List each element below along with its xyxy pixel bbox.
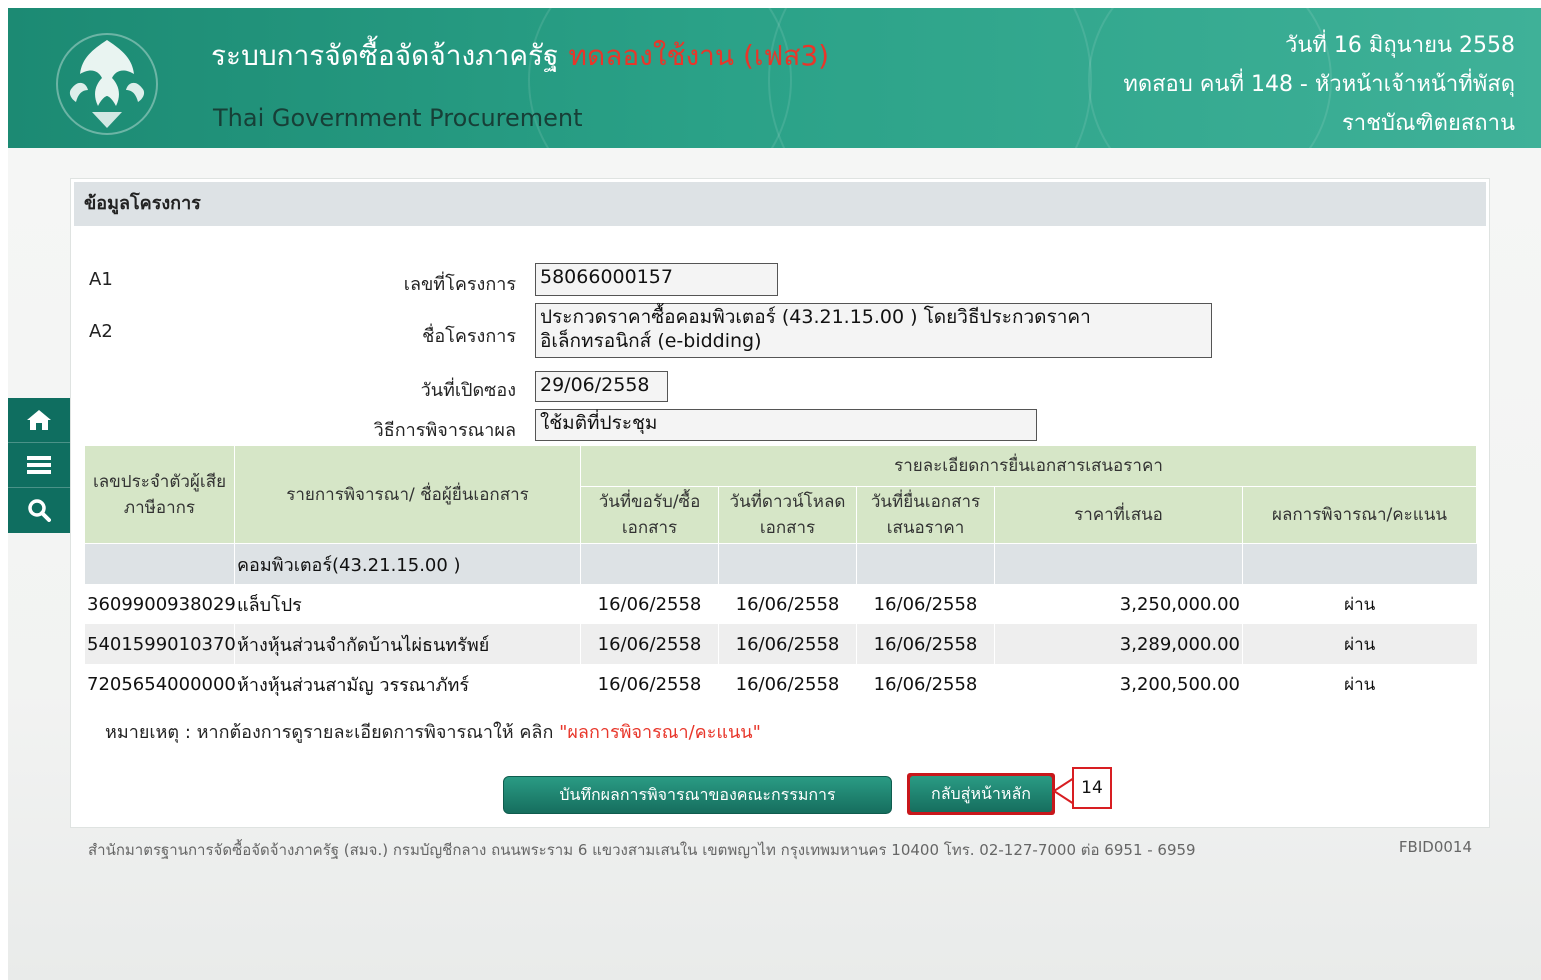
back-button-label: กลับสู่หน้าหลัก <box>910 776 1052 812</box>
project-no-label: เลขที่โครงการ <box>403 274 516 295</box>
tax-id-cell: 7205654000000 <box>84 664 236 704</box>
submit-date-cell: 16/06/2558 <box>856 584 995 624</box>
project-name-line2: อิเล็กทรอนิกส์ (e-bidding) <box>540 330 762 352</box>
project-name-line1: ประกวดราคาซื้อคอมพิวเตอร์ (43.21.15.00 )… <box>540 306 1091 328</box>
header-result: ผลการพิจารณา/คะแนน <box>1242 486 1477 544</box>
note-result-link[interactable]: "ผลการพิจารณา/คะแนน" <box>559 722 761 743</box>
callout-number: 14 <box>1072 767 1112 809</box>
download-date-cell: 16/06/2558 <box>718 584 857 624</box>
request-date-cell: 16/06/2558 <box>580 584 719 624</box>
header-item: รายการพิจารณา/ ชื่อผู้ยื่นเอกสาร <box>234 445 581 544</box>
header-detail-group: รายละเอียดการยื่นเอกสารเสนอราคา <box>580 445 1477 487</box>
group-empty-cell <box>856 543 995 584</box>
table-row: 3609900938029 แล็บโปร 16/06/2558 16/06/2… <box>84 584 1477 624</box>
decor-swirl <box>768 8 1092 148</box>
project-info-card: ข้อมูลโครงการ A1 A2 เลขที่โครงการ 580660… <box>70 178 1490 828</box>
tax-id-cell: 5401599010370 <box>84 624 236 664</box>
result-link[interactable]: ผ่าน <box>1242 584 1477 624</box>
group-label: คอมพิวเตอร์(43.21.15.00 ) <box>234 543 581 584</box>
submit-date-cell: 16/06/2558 <box>856 664 995 704</box>
bidder-results-table: เลขประจำตัวผู้เสียภาษีอากร รายการพิจารณา… <box>84 445 1477 704</box>
save-committee-result-button[interactable]: บันทึกผลการพิจารณาของคณะกรรมการ <box>503 776 892 814</box>
submit-date-cell: 16/06/2558 <box>856 624 995 664</box>
header-download-date: วันที่ดาวน์โหลด เอกสาร <box>718 486 857 544</box>
current-date: วันที่ 16 มิถุนายน 2558 <box>1284 33 1515 58</box>
user-name: ทดสอบ คนที่ 148 - หัวหน้าเจ้าหน้าที่พัสด… <box>1123 72 1515 97</box>
header-price: ราคาที่เสนอ <box>994 486 1243 544</box>
item-group-row: คอมพิวเตอร์(43.21.15.00 ) <box>84 543 1477 584</box>
agency-name: ราชบัณฑิตยสถาน <box>1341 111 1515 136</box>
home-button[interactable] <box>8 398 70 443</box>
menu-icon <box>27 456 51 474</box>
price-cell: 3,200,500.00 <box>994 664 1243 704</box>
group-empty-cell <box>1242 543 1477 584</box>
price-cell: 3,289,000.00 <box>994 624 1243 664</box>
system-title: ระบบการจัดซื้อจัดจ้างภาครัฐ ทดลองใช้งาน (… <box>211 34 829 78</box>
header-submit-date: วันที่ยื่นเอกสาร เสนอราคา <box>856 486 995 544</box>
result-link[interactable]: ผ่าน <box>1242 624 1477 664</box>
bidder-name-cell: แล็บโปร <box>234 584 581 624</box>
code-a2: A2 <box>89 321 113 342</box>
user-info: วันที่ 16 มิถุนายน 2558 ทดสอบ คนที่ 148 … <box>1123 26 1515 143</box>
note-text: หมายเหตุ : หากต้องการดูรายละเอียดการพิจา… <box>105 722 554 743</box>
system-subtitle: Thai Government Procurement <box>213 104 583 132</box>
page-code: FBID0014 <box>1398 838 1472 856</box>
method-field[interactable]: ใช้มติที่ประชุม <box>535 409 1037 441</box>
tax-id-cell: 3609900938029 <box>84 584 236 624</box>
group-empty-cell <box>718 543 857 584</box>
download-date-cell: 16/06/2558 <box>718 624 857 664</box>
group-empty-cell <box>84 543 235 584</box>
request-date-cell: 16/06/2558 <box>580 624 719 664</box>
footer-text: สำนักมาตรฐานการจัดซื้อจัดจ้างภาครัฐ (สมจ… <box>88 841 1196 859</box>
bidder-name-cell: ห้างหุ้นส่วนจำกัดบ้านไผ่ธนทรัพย์ <box>234 624 581 664</box>
section-title: ข้อมูลโครงการ <box>74 182 1486 226</box>
table-row: 5401599010370 ห้างหุ้นส่วนจำกัดบ้านไผ่ธน… <box>84 624 1477 664</box>
open-date-field[interactable]: 29/06/2558 <box>535 371 668 402</box>
test-phase-label: ทดลองใช้งาน (เฟส3) <box>568 39 830 72</box>
search-icon <box>28 499 51 522</box>
department-logo <box>52 28 162 140</box>
side-toolbar <box>8 398 70 533</box>
result-link[interactable]: ผ่าน <box>1242 664 1477 704</box>
bidder-name-cell: ห้างหุ้นส่วนสามัญ วรรณาภัทร์ <box>234 664 581 704</box>
home-icon <box>27 410 51 430</box>
method-label: วิธีการพิจารณาผล <box>373 420 516 441</box>
open-date-label: วันที่เปิดซอง <box>420 380 516 401</box>
table-row: 7205654000000 ห้างหุ้นส่วนสามัญ วรรณาภัท… <box>84 664 1477 704</box>
project-name-field[interactable]: ประกวดราคาซื้อคอมพิวเตอร์ (43.21.15.00 )… <box>535 303 1212 358</box>
header-tax-id: เลขประจำตัวผู้เสียภาษีอากร <box>84 445 235 544</box>
group-empty-cell <box>580 543 719 584</box>
header-banner: ระบบการจัดซื้อจัดจ้างภาครัฐ ทดลองใช้งาน (… <box>8 8 1541 148</box>
note: หมายเหตุ : หากต้องการดูรายละเอียดการพิจา… <box>105 717 761 746</box>
project-no-field[interactable]: 58066000157 <box>535 263 778 296</box>
group-empty-cell <box>994 543 1243 584</box>
code-a1: A1 <box>89 269 113 290</box>
request-date-cell: 16/06/2558 <box>580 664 719 704</box>
project-name-label: ชื่อโครงการ <box>422 326 516 347</box>
menu-button[interactable] <box>8 443 70 488</box>
search-button[interactable] <box>8 488 70 532</box>
back-to-home-button[interactable]: กลับสู่หน้าหลัก <box>907 773 1055 815</box>
price-cell: 3,250,000.00 <box>994 584 1243 624</box>
header-request-date: วันที่ขอรับ/ซื้อ เอกสาร <box>580 486 719 544</box>
download-date-cell: 16/06/2558 <box>718 664 857 704</box>
system-title-text: ระบบการจัดซื้อจัดจ้างภาครัฐ <box>211 39 559 72</box>
